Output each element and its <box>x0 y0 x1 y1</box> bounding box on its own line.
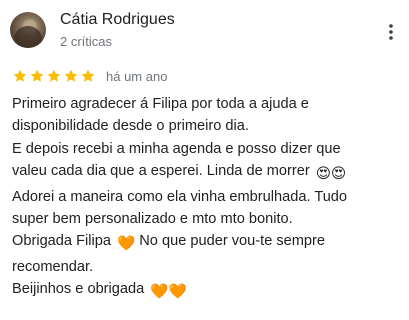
author-name[interactable]: Cátia Rodrigues <box>60 10 175 30</box>
rating-row: há um ano <box>12 66 167 86</box>
review-card: Cátia Rodrigues 2 críticas há um ano Pri… <box>0 0 409 320</box>
review-time: há um ano <box>106 68 168 84</box>
orange-heart-emoji: 🧡 <box>117 236 136 253</box>
star-rating <box>12 68 96 84</box>
review-line: valeu cada dia que a esperei. Linda de m… <box>12 160 404 185</box>
review-line: disponibilidade desde o primeiro dia. <box>12 118 249 135</box>
star-icon <box>47 69 61 82</box>
star-icon <box>64 69 78 82</box>
author-review-count: 2 críticas <box>60 34 113 49</box>
orange-hearts-emoji: 🧡🧡 <box>150 284 187 301</box>
star-icon <box>30 69 44 82</box>
review-text: Primeiro agradecer á Filipa por toda a a… <box>12 93 404 304</box>
heart-eyes-emoji: 😍😍 <box>315 166 347 183</box>
review-line: E depois recebi a minha agenda e posso d… <box>12 140 341 157</box>
star-icon <box>13 69 27 82</box>
author-avatar[interactable] <box>10 12 46 48</box>
review-line: Obrigada Filipa 🧡 No que puder vou-te se… <box>12 230 404 255</box>
more-options-button[interactable] <box>381 20 401 44</box>
star-icon <box>81 69 95 82</box>
review-line: Primeiro agradecer á Filipa por toda a a… <box>12 96 309 112</box>
avatar-photo <box>14 26 42 48</box>
review-line: Beijinhos e obrigada 🧡🧡 <box>12 278 404 303</box>
review-line: super bem personalizado e mto mto bonito… <box>12 211 293 228</box>
review-line: Adorei a maneira como ela vinha embrulha… <box>12 188 348 205</box>
review-line: recomendar. <box>12 258 94 275</box>
more-vert-icon <box>389 24 393 40</box>
